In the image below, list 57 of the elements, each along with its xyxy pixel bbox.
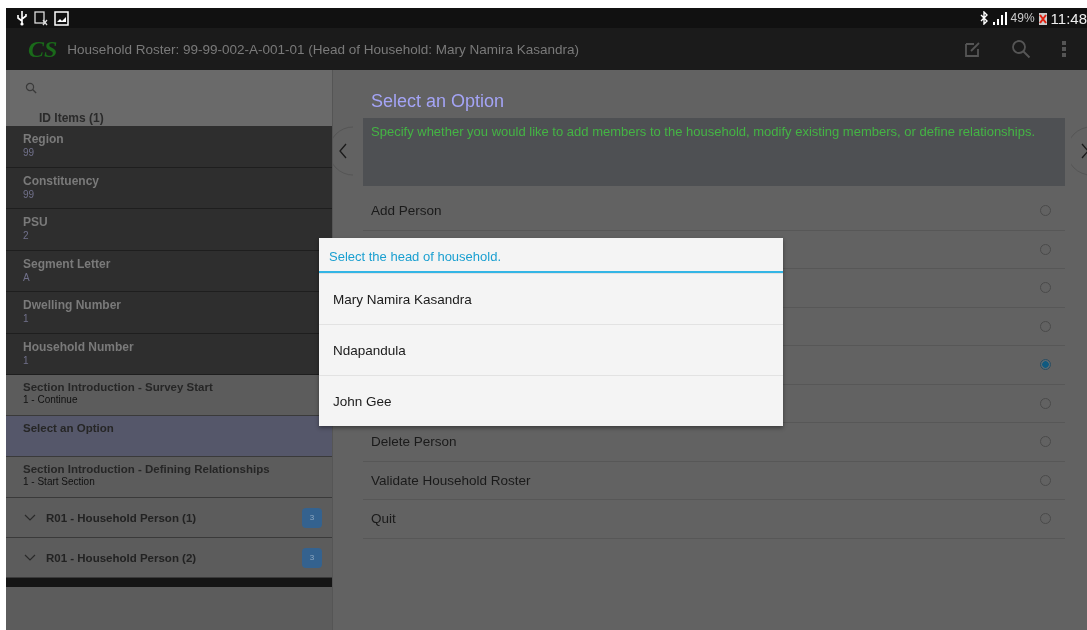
item-label: Dwelling Number: [23, 298, 122, 312]
bluetooth-icon: [978, 11, 989, 25]
option-row[interactable]: Quit: [363, 500, 1065, 539]
question-title: Select an Option: [371, 90, 506, 112]
id-item[interactable]: PSU 2: [6, 209, 332, 251]
next-button[interactable]: [1071, 126, 1087, 176]
clock: 11:48: [1050, 9, 1087, 27]
dialog-list-item[interactable]: John Gee: [319, 375, 783, 426]
option-label: Quit: [371, 511, 396, 527]
item-label: Constituency: [23, 173, 100, 188]
item-value: 99: [23, 147, 36, 158]
item-label: Household Number: [23, 339, 135, 354]
document-icon: [34, 10, 48, 26]
signal-icon: [991, 11, 1008, 25]
edit-icon[interactable]: [965, 41, 981, 57]
item-value: 1: [23, 313, 30, 324]
menu-icon[interactable]: [1061, 40, 1067, 58]
item-label: Select an Option: [23, 422, 115, 434]
app-logo: CS: [28, 35, 59, 63]
battery-percent: 49%: [1010, 11, 1035, 25]
item-label: R01 - Household Person (1): [46, 511, 198, 524]
usb-icon: [16, 10, 28, 26]
id-item[interactable]: Region 99: [6, 126, 332, 168]
dialog-list-item[interactable]: Mary Namira Kasandra: [319, 273, 783, 324]
search-icon[interactable]: [25, 82, 37, 94]
item-value: 1: [23, 354, 30, 366]
item-label: R01 - Household Person (2): [46, 551, 198, 564]
count-badge: 3: [302, 547, 322, 568]
item-value: 1 - Continue: [23, 394, 79, 405]
option-row[interactable]: Add Person: [363, 192, 1065, 231]
option-label: Add Person: [371, 203, 442, 219]
screen-title: Household Roster: 99-99-002-A-001-01 (Head of Household: Mary Namira Kasandra): [67, 41, 580, 57]
dialog-list-item[interactable]: Ndapandula: [319, 324, 783, 375]
item-label: PSU: [23, 215, 49, 229]
chevron-icon: [24, 513, 36, 522]
field-item[interactable]: Select an Option: [6, 416, 332, 457]
chevron-icon: [24, 553, 36, 562]
item-value: 2: [23, 230, 30, 241]
instruction-text: Specify whether you would like to add members to the household, modify existing members, or define relationships.: [371, 124, 1037, 140]
item-label: Segment Letter: [23, 256, 112, 271]
option-row[interactable]: Validate Household Roster: [363, 461, 1065, 500]
battery-icon: [1037, 10, 1048, 26]
group-item[interactable]: R01 - Household Person (1) 3: [6, 498, 332, 538]
option-label: Validate Household Roster: [371, 472, 531, 488]
id-item[interactable]: Constituency 99: [6, 167, 332, 209]
radio-button[interactable]: [1040, 359, 1051, 371]
search-icon[interactable]: [1011, 39, 1031, 59]
item-value: A: [23, 271, 31, 283]
item-label: Region: [23, 132, 65, 146]
previous-button[interactable]: [333, 126, 353, 176]
item-value: 1 - Start Section: [23, 476, 96, 487]
image-icon: [54, 10, 69, 26]
option-label: Delete Person: [371, 434, 457, 450]
count-badge: 3: [302, 507, 322, 528]
item-value: 99: [23, 188, 36, 200]
section-header: ID Items (1): [39, 111, 105, 125]
dialog-title: Select the head of household.: [319, 238, 783, 273]
